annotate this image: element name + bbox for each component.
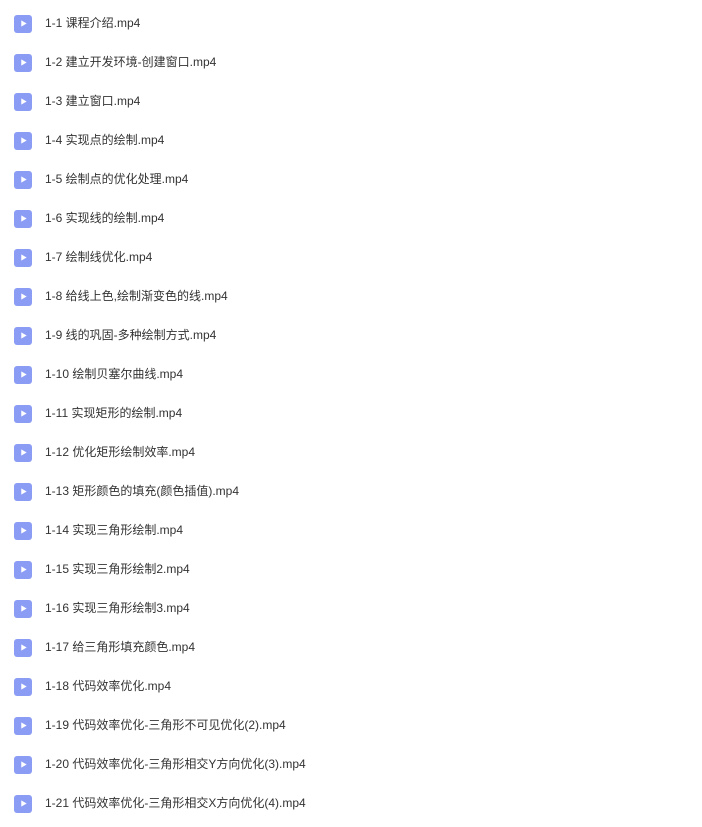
video-file-icon [14, 639, 32, 657]
video-file-icon [14, 366, 32, 384]
file-item[interactable]: 1-18 代码效率优化.mp4 [0, 667, 702, 706]
video-file-icon [14, 249, 32, 267]
file-item[interactable]: 1-21 代码效率优化-三角形相交X方向优化(4).mp4 [0, 784, 702, 823]
file-name-label: 1-18 代码效率优化.mp4 [45, 678, 171, 695]
file-item[interactable]: 1-7 绘制线优化.mp4 [0, 238, 702, 277]
file-name-label: 1-15 实现三角形绘制2.mp4 [45, 561, 190, 578]
file-name-label: 1-6 实现线的绘制.mp4 [45, 210, 164, 227]
file-name-label: 1-3 建立窗口.mp4 [45, 93, 140, 110]
file-name-label: 1-19 代码效率优化-三角形不可见优化(2).mp4 [45, 717, 286, 734]
video-file-icon [14, 444, 32, 462]
file-item[interactable]: 1-16 实现三角形绘制3.mp4 [0, 589, 702, 628]
file-item[interactable]: 1-15 实现三角形绘制2.mp4 [0, 550, 702, 589]
file-item[interactable]: 1-6 实现线的绘制.mp4 [0, 199, 702, 238]
file-item[interactable]: 1-20 代码效率优化-三角形相交Y方向优化(3).mp4 [0, 745, 702, 784]
video-file-icon [14, 54, 32, 72]
video-file-icon [14, 795, 32, 813]
video-file-icon [14, 93, 32, 111]
file-item[interactable]: 1-13 矩形颜色的填充(颜色插值).mp4 [0, 472, 702, 511]
video-file-icon [14, 600, 32, 618]
file-item[interactable]: 1-10 绘制贝塞尔曲线.mp4 [0, 355, 702, 394]
file-item[interactable]: 1-9 线的巩固-多种绘制方式.mp4 [0, 316, 702, 355]
video-file-icon [14, 756, 32, 774]
file-name-label: 1-20 代码效率优化-三角形相交Y方向优化(3).mp4 [45, 756, 306, 773]
file-name-label: 1-13 矩形颜色的填充(颜色插值).mp4 [45, 483, 239, 500]
file-name-label: 1-4 实现点的绘制.mp4 [45, 132, 164, 149]
file-item[interactable]: 1-4 实现点的绘制.mp4 [0, 121, 702, 160]
file-name-label: 1-14 实现三角形绘制.mp4 [45, 522, 183, 539]
file-name-label: 1-12 优化矩形绘制效率.mp4 [45, 444, 195, 461]
file-name-label: 1-11 实现矩形的绘制.mp4 [45, 405, 182, 422]
video-file-icon [14, 132, 32, 150]
video-file-icon [14, 327, 32, 345]
file-name-label: 1-21 代码效率优化-三角形相交X方向优化(4).mp4 [45, 795, 306, 812]
file-item[interactable]: 1-2 建立开发环境-创建窗口.mp4 [0, 43, 702, 82]
file-name-label: 1-16 实现三角形绘制3.mp4 [45, 600, 190, 617]
file-name-label: 1-2 建立开发环境-创建窗口.mp4 [45, 54, 216, 71]
file-item[interactable]: 1-12 优化矩形绘制效率.mp4 [0, 433, 702, 472]
video-file-icon [14, 171, 32, 189]
video-file-icon [14, 210, 32, 228]
video-file-icon [14, 717, 32, 735]
video-file-icon [14, 678, 32, 696]
file-item[interactable]: 1-1 课程介绍.mp4 [0, 4, 702, 43]
file-item[interactable]: 1-11 实现矩形的绘制.mp4 [0, 394, 702, 433]
video-file-icon [14, 483, 32, 501]
file-item[interactable]: 1-5 绘制点的优化处理.mp4 [0, 160, 702, 199]
file-name-label: 1-17 给三角形填充颜色.mp4 [45, 639, 195, 656]
file-name-label: 1-1 课程介绍.mp4 [45, 15, 140, 32]
file-name-label: 1-7 绘制线优化.mp4 [45, 249, 152, 266]
video-file-icon [14, 522, 32, 540]
file-name-label: 1-10 绘制贝塞尔曲线.mp4 [45, 366, 183, 383]
file-item[interactable]: 1-19 代码效率优化-三角形不可见优化(2).mp4 [0, 706, 702, 745]
video-file-icon [14, 405, 32, 423]
file-list: 1-1 课程介绍.mp4 1-2 建立开发环境-创建窗口.mp4 1-3 建立窗口.… [0, 4, 702, 823]
file-item[interactable]: 1-14 实现三角形绘制.mp4 [0, 511, 702, 550]
file-name-label: 1-8 给线上色,绘制渐变色的线.mp4 [45, 288, 228, 305]
file-item[interactable]: 1-3 建立窗口.mp4 [0, 82, 702, 121]
video-file-icon [14, 288, 32, 306]
file-name-label: 1-9 线的巩固-多种绘制方式.mp4 [45, 327, 216, 344]
file-name-label: 1-5 绘制点的优化处理.mp4 [45, 171, 188, 188]
video-file-icon [14, 561, 32, 579]
video-file-icon [14, 15, 32, 33]
file-item[interactable]: 1-8 给线上色,绘制渐变色的线.mp4 [0, 277, 702, 316]
file-item[interactable]: 1-17 给三角形填充颜色.mp4 [0, 628, 702, 667]
